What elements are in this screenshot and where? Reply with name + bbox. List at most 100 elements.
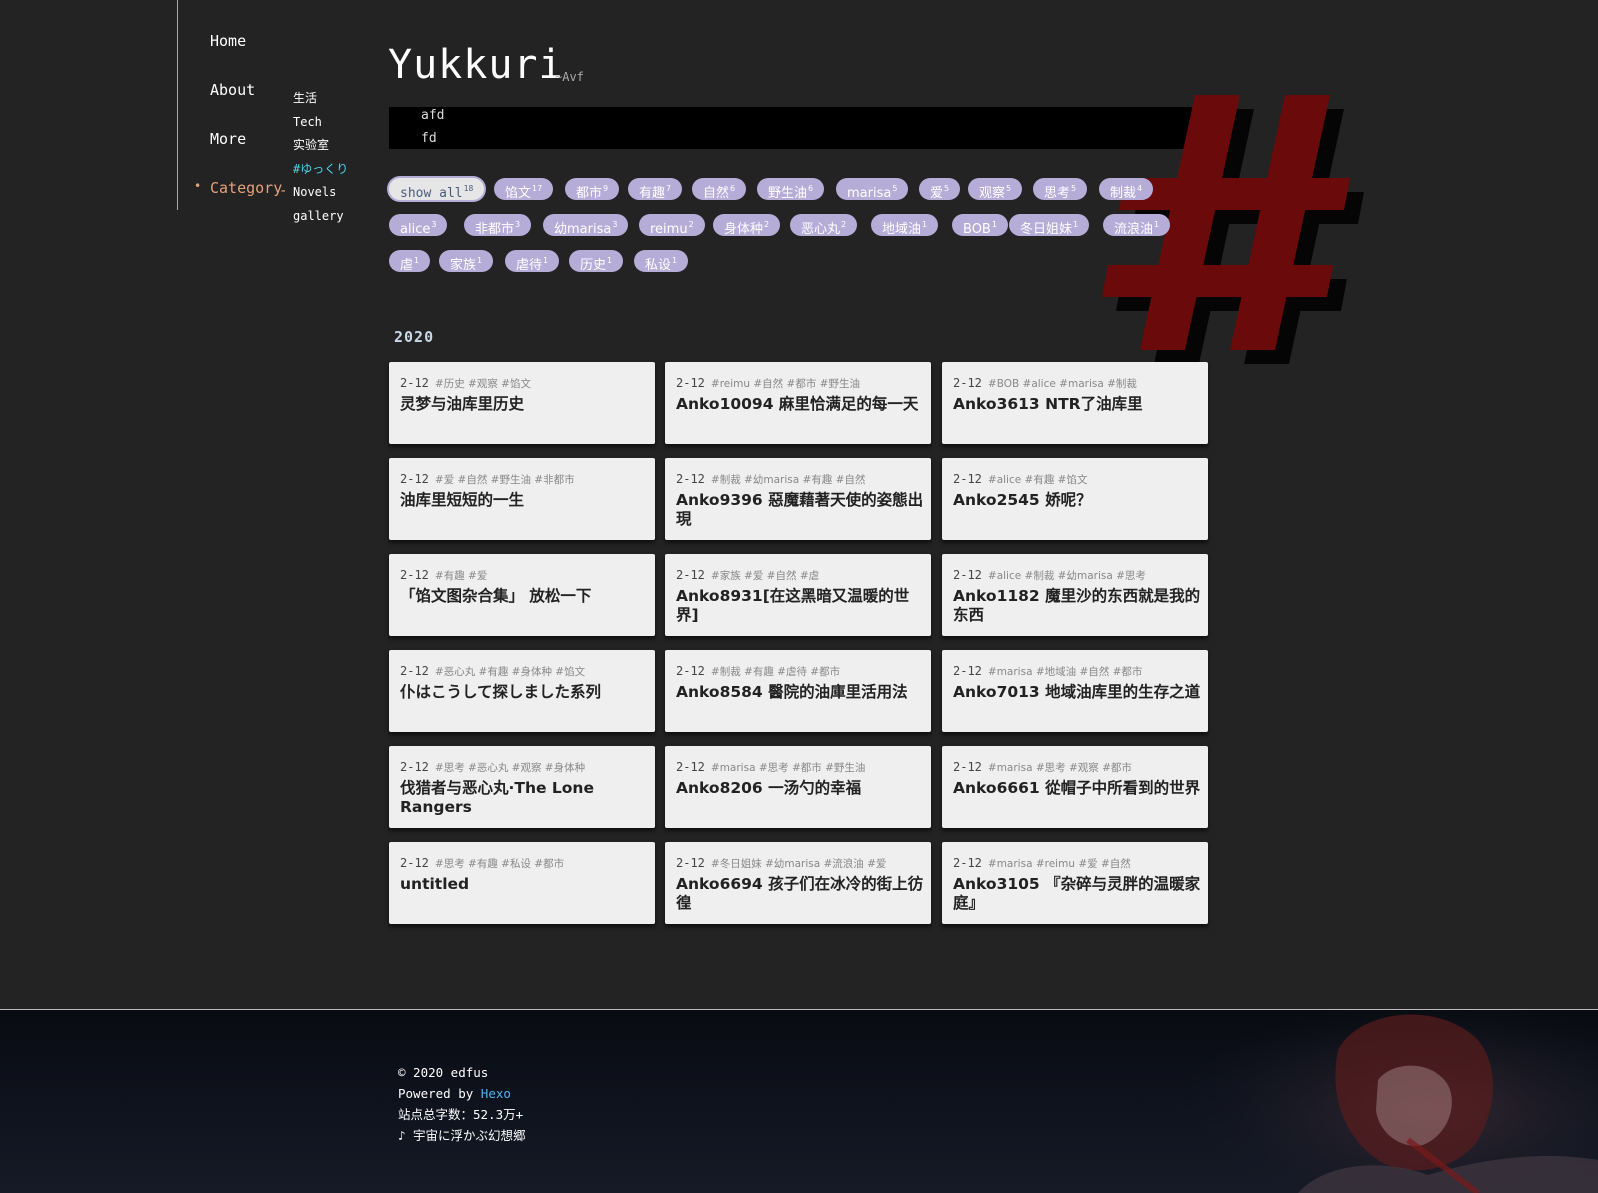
post-card[interactable]: 2-12 #思考 #有趣 #私设 #都市 untitled xyxy=(389,842,655,924)
tag-chip[interactable]: 幼marisa3 xyxy=(543,214,629,237)
powered-prefix: Powered by xyxy=(398,1086,481,1101)
post-card[interactable]: 2-12 #alice #有趣 #馅文 Anko2545 娇呢？ xyxy=(942,458,1208,540)
post-meta: 2-12 #制裁 #有趣 #虐待 #都市 xyxy=(676,664,840,679)
post-card[interactable]: 2-12 #制裁 #有趣 #虐待 #都市 Anko8584 醫院的油庫里活用法 xyxy=(665,650,931,732)
post-title[interactable]: 仆はこうして探しました系列 xyxy=(400,683,650,702)
category-item-current[interactable]: #ゆっくり xyxy=(293,161,348,185)
post-tags: #爱 #自然 #野生油 #非都市 xyxy=(434,474,575,486)
nav-home[interactable]: Home xyxy=(210,32,246,50)
nav-category[interactable]: • Category xyxy=(194,179,282,197)
post-tags: #marisa #reimu #爱 #自然 xyxy=(987,858,1131,870)
tag-chip[interactable]: BOB1 xyxy=(952,214,1008,237)
tag-chip[interactable]: reimu2 xyxy=(639,214,705,237)
post-title[interactable]: Anko7013 地域油库里的生存之道 xyxy=(953,683,1203,702)
post-tags: #制裁 #幼marisa #有趣 #自然 xyxy=(710,474,866,486)
post-title[interactable]: Anko2545 娇呢？ xyxy=(953,491,1203,510)
category-item[interactable]: gallery xyxy=(293,208,348,232)
post-title[interactable]: untitled xyxy=(400,875,650,894)
post-meta: 2-12 #历史 #观察 #馅文 xyxy=(400,376,531,391)
site-title[interactable]: Yukkuri xyxy=(388,42,564,88)
tag-chip[interactable]: 思考5 xyxy=(1033,178,1088,201)
post-card[interactable]: 2-12 #思考 #恶心丸 #观察 #身体种 伐猎者与恶心丸·The Lone R… xyxy=(389,746,655,828)
post-title[interactable]: Anko9396 惡魔藉著天使的姿態出現 xyxy=(676,491,926,529)
post-card[interactable]: 2-12 #冬日姐妹 #幼marisa #流浪油 #爱 Anko6694 孩子们在… xyxy=(665,842,931,924)
tag-chip[interactable]: 虐待1 xyxy=(505,250,560,273)
post-title[interactable]: Anko6661 從帽子中所看到的世界 xyxy=(953,779,1203,798)
post-date: 2-12 xyxy=(953,472,982,486)
post-title[interactable]: 油库里短短的一生 xyxy=(400,491,650,510)
post-title[interactable]: Anko3105 『杂碎与灵胖的温暖家庭』 xyxy=(953,875,1203,913)
category-item[interactable]: 生活 xyxy=(293,90,348,114)
nav-more[interactable]: More xyxy=(210,130,246,148)
post-card[interactable]: 2-12 #marisa #思考 #都市 #野生油 Anko8206 一汤勺的幸福 xyxy=(665,746,931,828)
post-card[interactable]: 2-12 #alice #制裁 #幼marisa #思考 Anko1182 魔里沙… xyxy=(942,554,1208,636)
tag-chip[interactable]: 有趣7 xyxy=(628,178,683,201)
tag-chip[interactable]: 恶心丸2 xyxy=(790,214,858,237)
tag-chip[interactable]: alice3 xyxy=(389,214,448,237)
post-card[interactable]: 2-12 #爱 #自然 #野生油 #非都市 油库里短短的一生 xyxy=(389,458,655,540)
tag-chip[interactable]: 地域油1 xyxy=(871,214,939,237)
music-player[interactable]: ♪ 宇宙に浮かぶ幻想郷 xyxy=(398,1125,526,1146)
post-title[interactable]: Anko8931[在这黑暗又温暖的世界] xyxy=(676,587,926,625)
tag-chip[interactable]: 非都市3 xyxy=(464,214,532,237)
post-date: 2-12 xyxy=(676,664,705,678)
copyright-text: © 2020 edfus xyxy=(398,1065,489,1080)
post-title[interactable]: 灵梦与油库里历史 xyxy=(400,395,650,414)
tag-chip[interactable]: 虐1 xyxy=(389,250,431,273)
post-title[interactable]: Anko3613 NTR了油库里 xyxy=(953,395,1203,414)
tag-chip[interactable]: 观察5 xyxy=(968,178,1023,201)
category-item[interactable]: 实验室 xyxy=(293,137,348,161)
post-title[interactable]: Anko10094 麻里恰满足的每一天 xyxy=(676,395,926,414)
tag-chip[interactable]: 爱5 xyxy=(919,178,961,201)
post-card[interactable]: 2-12 #历史 #观察 #馅文 灵梦与油库里历史 xyxy=(389,362,655,444)
post-title[interactable]: 「馅文图杂合集」 放松一下 xyxy=(400,587,650,606)
nav-about[interactable]: About xyxy=(210,81,255,99)
post-card[interactable]: 2-12 #有趣 #爱 「馅文图杂合集」 放松一下 xyxy=(389,554,655,636)
tag-show-all[interactable]: show all18 xyxy=(389,178,485,201)
hexo-link[interactable]: Hexo xyxy=(481,1086,511,1101)
post-tags: #历史 #观察 #馅文 xyxy=(434,378,531,390)
post-title[interactable]: 伐猎者与恶心丸·The Lone Rangers xyxy=(400,779,650,817)
tag-chip[interactable]: 冬日姐妹1 xyxy=(1009,214,1090,237)
post-tags: #BOB #alice #marisa #制裁 xyxy=(987,378,1137,390)
tag-chip[interactable]: 自然6 xyxy=(692,178,747,201)
post-meta: 2-12 #marisa #思考 #都市 #野生油 xyxy=(676,760,865,775)
tag-chip[interactable]: 流浪油1 xyxy=(1103,214,1171,237)
word-count: 站点总字数：52.3万+ xyxy=(398,1107,524,1122)
post-card[interactable]: 2-12 #marisa #地域油 #自然 #都市 Anko7013 地域油库里的… xyxy=(942,650,1208,732)
post-card[interactable]: 2-12 #marisa #reimu #爱 #自然 Anko3105 『杂碎与灵… xyxy=(942,842,1208,924)
post-card[interactable]: 2-12 #marisa #思考 #观察 #都市 Anko6661 從帽子中所看到… xyxy=(942,746,1208,828)
post-tags: #marisa #思考 #都市 #野生油 xyxy=(710,762,866,774)
post-title[interactable]: Anko6694 孩子们在冰冷的街上彷徨 xyxy=(676,875,926,913)
post-date: 2-12 xyxy=(400,472,429,486)
post-title[interactable]: Anko1182 魔里沙的东西就是我的东西 xyxy=(953,587,1203,625)
category-item[interactable]: Tech xyxy=(293,114,348,138)
footer-text: © 2020 edfus Powered by Hexo 站点总字数：52.3万… xyxy=(398,1062,526,1146)
tag-chip[interactable]: marisa5 xyxy=(836,178,909,201)
post-meta: 2-12 #爱 #自然 #野生油 #非都市 xyxy=(400,472,575,487)
post-date: 2-12 xyxy=(953,856,982,870)
powered-by: Powered by Hexo xyxy=(398,1083,526,1104)
tag-chip[interactable]: 身体种2 xyxy=(713,214,781,237)
category-item[interactable]: Novels xyxy=(293,184,348,208)
tag-chip[interactable]: 馅文17 xyxy=(494,178,554,201)
post-meta: 2-12 #冬日姐妹 #幼marisa #流浪油 #爱 xyxy=(676,856,886,871)
tag-chip[interactable]: 都市9 xyxy=(565,178,620,201)
post-card[interactable]: 2-12 #制裁 #幼marisa #有趣 #自然 Anko9396 惡魔藉著天使… xyxy=(665,458,931,540)
post-card[interactable]: 2-12 #BOB #alice #marisa #制裁 Anko3613 NTR… xyxy=(942,362,1208,444)
post-card[interactable]: 2-12 #恶心丸 #有趣 #身体种 #馅文 仆はこうして探しました系列 xyxy=(389,650,655,732)
post-card[interactable]: 2-12 #家族 #爱 #自然 #虐 Anko8931[在这黑暗又温暖的世界] xyxy=(665,554,931,636)
post-title[interactable]: Anko8206 一汤勺的幸福 xyxy=(676,779,926,798)
post-tags: #思考 #恶心丸 #观察 #身体种 xyxy=(434,762,586,774)
post-meta: 2-12 #恶心丸 #有趣 #身体种 #馅文 xyxy=(400,664,585,679)
post-date: 2-12 xyxy=(676,760,705,774)
tag-chip[interactable]: 历史1 xyxy=(569,250,624,273)
tag-chip[interactable]: 野生油6 xyxy=(757,178,825,201)
tag-chip[interactable]: 制裁4 xyxy=(1099,178,1154,201)
post-meta: 2-12 #家族 #爱 #自然 #虐 xyxy=(676,568,819,583)
post-title[interactable]: Anko8584 醫院的油庫里活用法 xyxy=(676,683,926,702)
sidebar-divider xyxy=(177,0,178,210)
tag-chip[interactable]: 私设1 xyxy=(634,250,689,273)
post-card[interactable]: 2-12 #reimu #自然 #都市 #野生油 Anko10094 麻里恰满足的… xyxy=(665,362,931,444)
tag-chip[interactable]: 家族1 xyxy=(439,250,494,273)
